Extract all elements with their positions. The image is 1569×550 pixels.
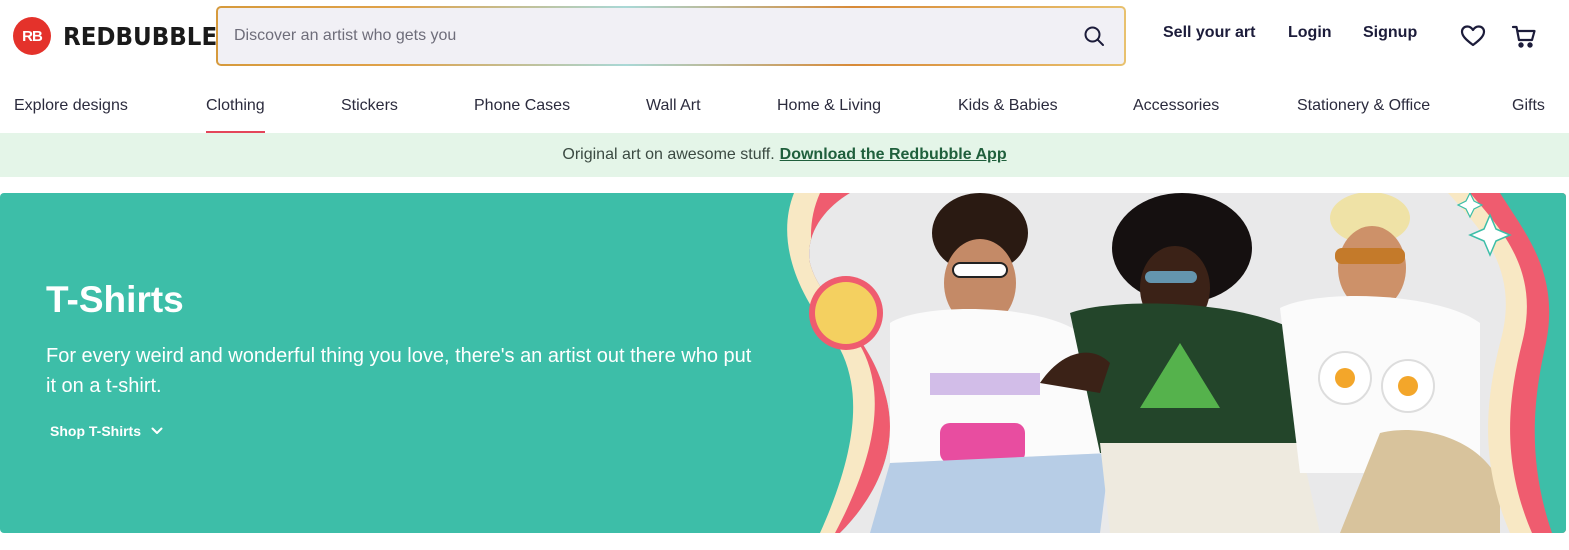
download-app-link[interactable]: Download the Redbubble App — [780, 146, 1007, 164]
category-stationery-office[interactable]: Stationery & Office — [1297, 97, 1430, 115]
category-clothing[interactable]: Clothing — [206, 97, 265, 133]
shop-t-shirts-button[interactable]: Shop T-Shirts — [50, 423, 163, 439]
hero-banner: T-Shirts For every weird and wonderful t… — [0, 193, 1566, 533]
redbubble-logo[interactable]: RB REDBUBBLE — [13, 17, 231, 55]
shop-t-shirts-label: Shop T-Shirts — [50, 423, 141, 439]
app-promo-banner: Original art on awesome stuff. Download … — [0, 133, 1569, 177]
sell-your-art-link[interactable]: Sell your art — [1163, 24, 1255, 42]
category-explore-designs[interactable]: Explore designs — [14, 97, 128, 115]
hero-title: T-Shirts — [46, 279, 184, 320]
chevron-down-icon — [151, 427, 163, 434]
search-icon[interactable] — [1082, 24, 1106, 48]
logo-badge-icon: RB — [13, 17, 51, 55]
cart-icon[interactable] — [1510, 22, 1538, 50]
search-field-container — [218, 8, 1124, 64]
search-bar — [216, 6, 1126, 66]
category-nav: Explore designs Clothing Stickers Phone … — [0, 80, 1569, 133]
logo-wordmark: REDBUBBLE — [63, 21, 218, 51]
category-wall-art[interactable]: Wall Art — [646, 97, 701, 115]
category-gifts[interactable]: Gifts — [1512, 97, 1545, 115]
category-phone-cases[interactable]: Phone Cases — [474, 97, 570, 115]
top-header: RB REDBUBBLE Sell your art Login Signup — [0, 0, 1569, 72]
category-stickers[interactable]: Stickers — [341, 97, 398, 115]
heart-icon[interactable] — [1459, 22, 1487, 50]
hero-photo — [780, 193, 1566, 533]
category-kids-babies[interactable]: Kids & Babies — [958, 97, 1058, 115]
login-link[interactable]: Login — [1288, 24, 1332, 42]
signup-link[interactable]: Signup — [1363, 24, 1417, 42]
search-input[interactable] — [234, 27, 1082, 45]
category-accessories[interactable]: Accessories — [1133, 97, 1219, 115]
hero-description: For every weird and wonderful thing you … — [46, 345, 752, 397]
promo-text: Original art on awesome stuff. — [562, 146, 775, 163]
category-home-living[interactable]: Home & Living — [777, 97, 881, 115]
